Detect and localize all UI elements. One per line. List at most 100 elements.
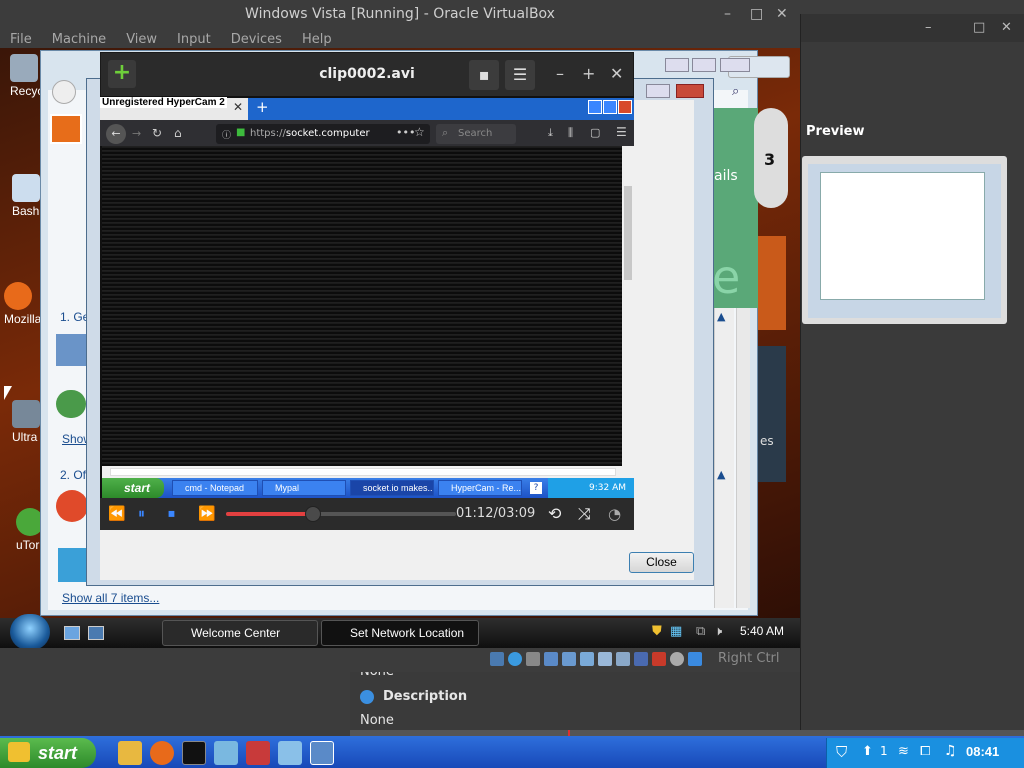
search-icon[interactable]: ⌕: [732, 84, 739, 99]
maximize-icon[interactable]: [692, 58, 716, 72]
sidebar-icon[interactable]: ▢: [590, 126, 600, 139]
info-icon[interactable]: ⓘ: [222, 128, 231, 141]
show-desktop-icon[interactable]: [64, 626, 80, 640]
optical-icon[interactable]: [508, 652, 522, 666]
maximize-icon[interactable]: □: [973, 20, 985, 35]
hscroll-thumb[interactable]: [110, 468, 616, 476]
new-tab-icon[interactable]: +: [256, 98, 269, 116]
back-icon[interactable]: ←: [106, 124, 126, 144]
rewind-icon[interactable]: ⏪: [108, 506, 125, 522]
close-icon[interactable]: [676, 84, 704, 98]
app-icon[interactable]: [278, 741, 302, 765]
mouse-integration-icon[interactable]: [670, 652, 684, 666]
bookmark-star-icon[interactable]: ☆: [414, 125, 425, 139]
stop-icon[interactable]: ⏹: [168, 506, 175, 522]
close-icon[interactable]: ✕: [1001, 20, 1012, 35]
keyboard-capture-icon[interactable]: [688, 652, 702, 666]
minimize-icon[interactable]: [588, 100, 602, 114]
menu-input[interactable]: Input: [177, 32, 211, 47]
wifi-icon[interactable]: ≋: [898, 744, 909, 759]
minimize-icon[interactable]: [665, 58, 689, 72]
scroll-up-icon[interactable]: ▲: [717, 310, 725, 323]
close-icon[interactable]: ✕: [610, 64, 623, 83]
close-icon[interactable]: [720, 58, 750, 72]
audio-icon[interactable]: [526, 652, 540, 666]
desktop-icon-mozilla[interactable]: Mozilla: [4, 282, 41, 326]
menu-file[interactable]: File: [10, 32, 32, 47]
minimize-icon[interactable]: –: [724, 6, 731, 22]
reload-icon[interactable]: ↻: [152, 126, 162, 140]
seek-handle[interactable]: [305, 506, 321, 522]
music-icon[interactable]: ♫: [944, 743, 957, 759]
folder-icon[interactable]: [118, 741, 142, 765]
menu-view[interactable]: View: [126, 32, 157, 47]
maximize-icon[interactable]: +: [582, 64, 595, 83]
display-icon[interactable]: [598, 652, 612, 666]
library-icon[interactable]: ⫼: [568, 126, 573, 140]
vista-start-orb[interactable]: [10, 614, 50, 650]
more-icon[interactable]: •••: [396, 126, 415, 139]
close-button[interactable]: Close: [629, 552, 694, 573]
mouse-cursor: [4, 386, 12, 400]
search-icon: ⌕: [442, 126, 449, 139]
home-icon[interactable]: ⌂: [174, 126, 182, 140]
back-icon[interactable]: [52, 80, 76, 104]
add-icon[interactable]: +: [108, 60, 136, 88]
window-title: Windows Vista [Running] - Oracle Virtual…: [0, 0, 800, 28]
recording-icon[interactable]: [616, 652, 630, 666]
virtualbox-task-icon[interactable]: [310, 741, 334, 765]
volume-icon[interactable]: 🕨: [714, 624, 722, 639]
shield-icon[interactable]: ⛉: [836, 743, 847, 761]
close-icon[interactable]: ✕: [776, 6, 788, 22]
switch-windows-icon[interactable]: [88, 626, 104, 640]
connection-icon[interactable]: ⧉: [696, 624, 705, 639]
close-icon[interactable]: [618, 100, 632, 114]
maximize-icon[interactable]: [646, 84, 670, 98]
show-all-link[interactable]: Show all 7 items...: [62, 591, 159, 605]
recorded-clock: 9:32 AM: [589, 483, 626, 493]
firefox-icon[interactable]: [150, 741, 174, 765]
scroll-up-icon[interactable]: ▲: [717, 468, 725, 481]
network-icon[interactable]: ⧠: [920, 744, 930, 759]
maximize-icon[interactable]: □: [750, 6, 763, 22]
network-tray-icon[interactable]: ▦: [670, 624, 682, 639]
fast-forward-icon[interactable]: ⏩: [198, 506, 215, 522]
minimize-icon[interactable]: –: [925, 20, 932, 35]
update-icon[interactable]: ⬆: [862, 744, 873, 759]
description-label: Description: [383, 689, 468, 704]
clock-gadget-digit: 3: [764, 150, 776, 169]
repeat-icon[interactable]: ⟲: [548, 504, 561, 523]
terminal-icon[interactable]: [182, 741, 206, 765]
welcome-scrollbar[interactable]: [736, 308, 750, 608]
maximize-icon[interactable]: [603, 100, 617, 114]
pause-icon[interactable]: ⏸: [138, 506, 145, 522]
menu-devices[interactable]: Devices: [231, 32, 282, 47]
playlist-icon[interactable]: ▪: [469, 60, 499, 90]
menu-machine[interactable]: Machine: [52, 32, 106, 47]
volume-icon[interactable]: ◔: [608, 505, 621, 523]
menu-icon[interactable]: ☰: [616, 125, 627, 139]
security-shield-icon[interactable]: ⛊: [652, 624, 662, 639]
hdd-icon[interactable]: [490, 652, 504, 666]
menu-help[interactable]: Help: [302, 32, 332, 47]
tab-close-icon[interactable]: ✕: [233, 100, 243, 114]
dialog-scrollbar[interactable]: [714, 308, 734, 608]
task-set-network-location[interactable]: Set Network Location: [321, 620, 479, 646]
forward-icon[interactable]: →: [132, 127, 141, 140]
menu-icon[interactable]: ☰: [505, 60, 535, 90]
download-icon[interactable]: ⤓: [548, 126, 553, 140]
minimize-icon[interactable]: –: [556, 64, 564, 83]
shuffle-icon[interactable]: ⤨: [578, 504, 591, 524]
network-icon[interactable]: [544, 652, 558, 666]
shared-folder-icon[interactable]: [580, 652, 594, 666]
cpu-icon[interactable]: [634, 652, 648, 666]
wine-icon[interactable]: [246, 741, 270, 765]
vt-icon[interactable]: [652, 652, 666, 666]
device-indicators[interactable]: [490, 652, 712, 666]
scroll-thumb[interactable]: [624, 186, 632, 280]
task-welcome-center[interactable]: Welcome Center: [162, 620, 318, 646]
recorded-start-button: start: [102, 478, 164, 498]
desktop-icon-recycle[interactable]: Recyc: [10, 54, 43, 98]
network-app-icon[interactable]: [214, 741, 238, 765]
usb-icon[interactable]: [562, 652, 576, 666]
